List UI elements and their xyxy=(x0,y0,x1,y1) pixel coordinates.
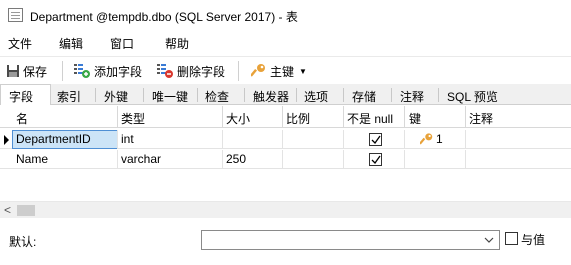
tab-options[interactable]: 选项 xyxy=(304,86,328,105)
delete-field-label: 删除字段 xyxy=(177,64,226,79)
cell-size[interactable]: 250 xyxy=(226,150,246,169)
horizontal-scrollbar[interactable]: < xyxy=(0,201,571,218)
tab-comments[interactable]: 注释 xyxy=(400,86,424,105)
toolbar: 保存 添加字段 删除字段 主键 ▼ xyxy=(0,56,571,84)
not-null-checkbox[interactable] xyxy=(369,133,382,146)
grid-header: 名 类型 大小 比例 不是 null 键 注释 xyxy=(0,106,571,128)
save-label: 保存 xyxy=(23,64,48,79)
tab-fields[interactable]: 字段 xyxy=(0,84,51,105)
primary-key-button[interactable]: 主键 ▼ xyxy=(251,61,307,81)
menu-file[interactable]: 文件 xyxy=(8,35,32,52)
menu-help[interactable]: 帮助 xyxy=(165,35,189,52)
add-field-icon xyxy=(74,64,90,78)
fields-grid: 名 类型 大小 比例 不是 null 键 注释 DepartmentID int xyxy=(0,106,571,201)
or-value-checkbox[interactable] xyxy=(505,232,518,245)
primary-key-icon xyxy=(420,133,433,145)
table-row[interactable]: Name varchar 250 xyxy=(0,150,571,169)
add-field-label: 添加字段 xyxy=(94,64,143,79)
save-button[interactable]: 保存 xyxy=(6,61,47,81)
delete-field-icon xyxy=(157,64,173,78)
tab-checks[interactable]: 检查 xyxy=(205,86,229,105)
menu-bar: 文件 编辑 窗口 帮助 xyxy=(0,31,571,55)
scroll-thumb[interactable] xyxy=(17,205,35,216)
window-title: Department @tempdb.dbo (SQL Server 2017)… xyxy=(30,10,298,24)
primary-key-label: 主键 xyxy=(270,64,295,79)
col-header-key[interactable]: 键 xyxy=(409,110,421,127)
cell-type[interactable]: int xyxy=(121,130,134,149)
col-header-comment[interactable]: 注释 xyxy=(469,110,493,127)
chevron-down-icon[interactable] xyxy=(483,233,495,247)
tab-indexes[interactable]: 索引 xyxy=(57,86,81,105)
save-icon xyxy=(7,65,19,77)
col-header-type[interactable]: 类型 xyxy=(121,110,145,127)
scroll-left-icon[interactable]: < xyxy=(4,203,11,217)
tab-unique-keys[interactable]: 唯一键 xyxy=(152,86,188,105)
chevron-down-icon[interactable]: ▼ xyxy=(299,67,307,76)
cell-key-order: 1 xyxy=(436,132,443,146)
checkmark-icon xyxy=(371,155,381,165)
col-header-name[interactable]: 名 xyxy=(16,110,28,127)
key-icon xyxy=(251,64,265,77)
col-header-not-null[interactable]: 不是 null xyxy=(347,110,393,127)
tab-storage[interactable]: 存储 xyxy=(352,86,376,105)
cell-name[interactable]: DepartmentID xyxy=(12,130,118,149)
delete-field-button[interactable]: 删除字段 xyxy=(156,61,225,81)
table-icon xyxy=(8,8,23,22)
col-header-scale[interactable]: 比例 xyxy=(286,110,310,127)
not-null-checkbox[interactable] xyxy=(369,153,382,166)
or-value-label: 与值 xyxy=(521,233,546,247)
default-value-combo[interactable] xyxy=(201,230,500,250)
tab-bar: 字段 索引 外键 唯一键 检查 触发器 选项 存储 注释 SQL 预览 xyxy=(0,84,571,105)
col-header-size[interactable]: 大小 xyxy=(226,110,250,127)
tab-triggers[interactable]: 触发器 xyxy=(253,86,289,105)
tab-sql-preview[interactable]: SQL 预览 xyxy=(447,86,498,105)
menu-window[interactable]: 窗口 xyxy=(110,35,134,52)
table-row[interactable]: DepartmentID int 1 xyxy=(0,130,571,149)
default-label: 默认: xyxy=(9,235,37,249)
add-field-button[interactable]: 添加字段 xyxy=(73,61,142,81)
checkmark-icon xyxy=(371,135,381,145)
tab-foreign-keys[interactable]: 外键 xyxy=(104,86,128,105)
current-row-pointer-icon xyxy=(4,135,9,145)
cell-name[interactable]: Name xyxy=(16,150,48,169)
title-bar: Department @tempdb.dbo (SQL Server 2017)… xyxy=(0,0,571,31)
menu-edit[interactable]: 编辑 xyxy=(59,35,83,52)
field-properties: 默认: 与值 xyxy=(0,218,571,265)
cell-type[interactable]: varchar xyxy=(121,150,161,169)
